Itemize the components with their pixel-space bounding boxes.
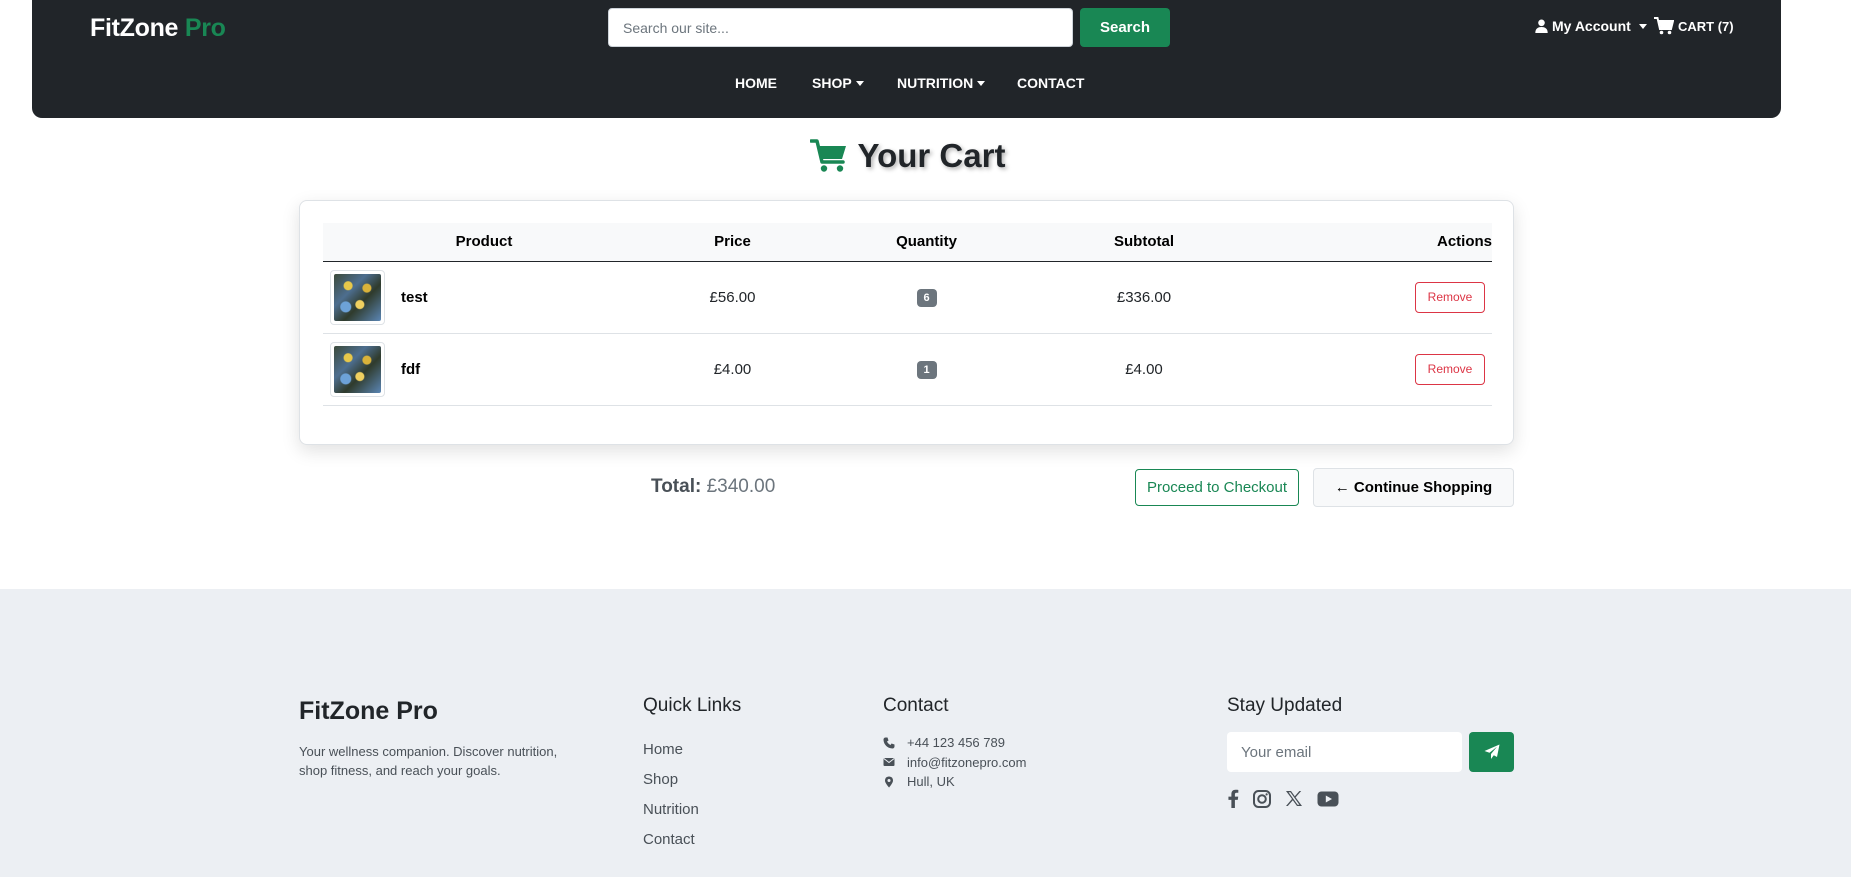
- cart-table: Product Price Quantity Subtotal Actions …: [323, 223, 1492, 406]
- remove-button[interactable]: Remove: [1415, 281, 1485, 313]
- user-icon: [1535, 19, 1548, 33]
- nav-home[interactable]: HOME: [735, 75, 777, 91]
- contact-list: +44 123 456 789 info@fitzonepro.com Hull…: [883, 733, 1026, 792]
- table-header-row: Product Price Quantity Subtotal Actions: [323, 223, 1492, 261]
- col-subtotal: Subtotal: [1114, 233, 1174, 251]
- footer-description: Your wellness companion. Discover nutrit…: [299, 744, 558, 778]
- footer: FitZone Pro Your wellness companion. Dis…: [0, 589, 1851, 877]
- total-label: Total:: [651, 476, 702, 497]
- paper-plane-icon: [1484, 744, 1499, 759]
- newsletter-heading: Stay Updated: [1227, 695, 1343, 716]
- top-navbar: FitZone Pro Search My Account CART (7) H…: [32, 0, 1781, 118]
- quick-links: Home Shop Nutrition Contact: [643, 735, 699, 855]
- quantity-badge: 6: [916, 288, 937, 307]
- chevron-down-icon: [1638, 23, 1647, 29]
- newsletter-email-input[interactable]: [1227, 732, 1462, 772]
- brand-main: FitZone: [90, 14, 179, 42]
- contact-location: Hull, UK: [883, 772, 1026, 792]
- cart-label: CART (7): [1678, 18, 1734, 34]
- col-price: Price: [714, 233, 751, 251]
- contact-email-text[interactable]: info@fitzonepro.com: [907, 755, 1026, 770]
- total-value: £340.00: [706, 476, 776, 497]
- cart-icon: [809, 139, 846, 172]
- contact-heading: Contact: [883, 695, 949, 716]
- nav-shop[interactable]: SHOP: [812, 75, 864, 91]
- nav-nutrition-label: NUTRITION: [897, 75, 974, 91]
- table-row: fdf £4.00 1 £4.00 Remove: [323, 333, 1492, 405]
- product-subtotal: £336.00: [1116, 288, 1172, 306]
- product-subtotal: £4.00: [1125, 360, 1163, 378]
- envelope-icon: [883, 758, 895, 767]
- footer-link-shop[interactable]: Shop: [643, 765, 699, 795]
- brand-accent: Pro: [184, 14, 226, 42]
- brand-logo[interactable]: FitZone Pro: [90, 14, 226, 43]
- cart-total: Total: £340.00: [651, 476, 775, 498]
- product-price: £56.00: [709, 288, 756, 306]
- search-input[interactable]: [608, 8, 1073, 47]
- col-actions: Actions: [1436, 233, 1492, 251]
- nav-shop-label: SHOP: [812, 75, 852, 91]
- nav-contact-label: CONTACT: [1017, 75, 1085, 91]
- social-links: [1227, 789, 1339, 808]
- chevron-down-icon: [855, 80, 864, 86]
- contact-email: info@fitzonepro.com: [883, 753, 1026, 773]
- chevron-down-icon: [977, 80, 986, 86]
- quantity-badge: 1: [916, 360, 937, 379]
- nav-home-label: HOME: [735, 75, 777, 91]
- contact-location-text: Hull, UK: [907, 774, 955, 790]
- footer-link-contact[interactable]: Contact: [643, 825, 699, 855]
- cart-icon: [1654, 17, 1674, 35]
- cart-link[interactable]: CART (7): [1654, 17, 1734, 35]
- phone-icon: [883, 737, 895, 749]
- page-title: Your Cart: [0, 137, 1815, 175]
- x-icon[interactable]: [1285, 790, 1303, 807]
- product-name[interactable]: test: [401, 289, 428, 306]
- product-name[interactable]: fdf: [401, 361, 420, 378]
- table-row: test £56.00 6 £336.00 Remove: [323, 261, 1492, 333]
- cart-card: Product Price Quantity Subtotal Actions …: [299, 200, 1514, 445]
- map-pin-icon: [885, 776, 893, 788]
- product-thumbnail[interactable]: [330, 269, 385, 325]
- page-title-text: Your Cart: [857, 137, 1006, 174]
- col-quantity: Quantity: [896, 233, 957, 251]
- contact-phone: +44 123 456 789: [883, 733, 1026, 753]
- nav-nutrition[interactable]: NUTRITION: [897, 75, 986, 91]
- footer-link-home[interactable]: Home: [643, 735, 699, 765]
- remove-button[interactable]: Remove: [1415, 353, 1485, 385]
- product-price: £4.00: [713, 360, 752, 378]
- proceed-to-checkout-button[interactable]: Proceed to Checkout: [1135, 469, 1299, 506]
- continue-shopping-button[interactable]: ← Continue Shopping: [1313, 468, 1514, 507]
- instagram-icon[interactable]: [1253, 789, 1271, 808]
- footer-brand: FitZone Pro: [299, 697, 438, 725]
- youtube-icon[interactable]: [1317, 791, 1339, 807]
- col-product: Product: [455, 233, 513, 251]
- my-account-label: My Account: [1552, 18, 1631, 34]
- product-thumbnail[interactable]: [330, 341, 385, 397]
- contact-phone-text: +44 123 456 789: [907, 735, 1005, 751]
- facebook-icon[interactable]: [1227, 789, 1239, 808]
- my-account-dropdown[interactable]: My Account: [1535, 18, 1647, 34]
- newsletter-submit-button[interactable]: [1469, 732, 1514, 772]
- footer-link-nutrition[interactable]: Nutrition: [643, 795, 699, 825]
- quick-links-heading: Quick Links: [643, 695, 742, 716]
- search-button[interactable]: Search: [1080, 8, 1170, 47]
- nav-contact[interactable]: CONTACT: [1017, 75, 1084, 91]
